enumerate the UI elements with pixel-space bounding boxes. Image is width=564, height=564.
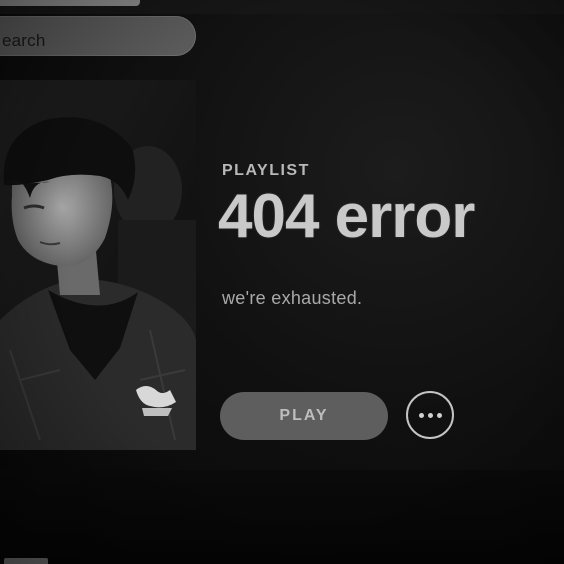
ellipsis-dot [427, 412, 433, 418]
top-strip [0, 0, 564, 14]
playlist-title: 404 error [218, 182, 475, 251]
bottom-area [0, 470, 564, 564]
ellipsis-dot [436, 412, 442, 418]
more-options-button[interactable] [406, 391, 454, 439]
play-button[interactable]: PLAY [220, 392, 388, 440]
playlist-description: we're exhausted. [222, 288, 363, 308]
cut-off-heading [0, 556, 60, 564]
playlist-type-label: PLAYLIST [222, 162, 310, 179]
playlist-cover[interactable] [0, 80, 196, 450]
search-input-text: earch [2, 31, 46, 50]
ellipsis-icon [418, 412, 442, 418]
ellipsis-dot [418, 412, 424, 418]
top-bar-mark [0, 0, 140, 6]
app-window: earch PLAYLIST 404 error we're exhausted… [0, 0, 564, 564]
cover-image [0, 80, 196, 450]
